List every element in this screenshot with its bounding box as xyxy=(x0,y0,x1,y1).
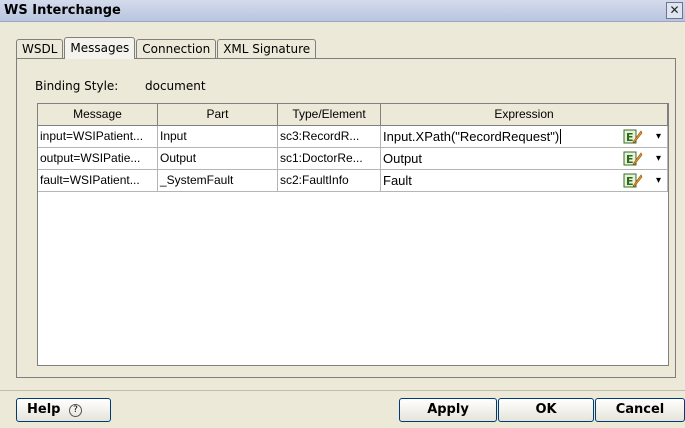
message-cell[interactable]: output=WSIPatie... xyxy=(38,148,158,169)
binding-style-value: document xyxy=(145,79,206,93)
tab-wsdl[interactable]: WSDL xyxy=(16,39,64,59)
chevron-down-icon[interactable]: ▾ xyxy=(656,149,661,169)
expression-cell[interactable]: Fault E ▾ xyxy=(381,170,668,191)
chevron-down-icon[interactable]: ▾ xyxy=(656,127,661,147)
binding-style-label: Binding Style: xyxy=(35,79,119,93)
grid-header: Message Part Type/Element Expression xyxy=(38,104,668,126)
header-type-element[interactable]: Type/Element xyxy=(278,104,381,125)
expression-value[interactable]: Output xyxy=(383,151,422,166)
expression-editor-icon[interactable]: E xyxy=(623,172,643,189)
expression-value[interactable]: Fault xyxy=(383,173,412,188)
cancel-button[interactable]: Cancel xyxy=(595,398,685,422)
header-part[interactable]: Part xyxy=(158,104,278,125)
help-button-label: Help xyxy=(27,402,61,417)
header-expression[interactable]: Expression xyxy=(381,104,668,125)
close-icon: ✕ xyxy=(669,3,680,17)
ok-button[interactable]: OK xyxy=(498,398,594,422)
svg-text:E: E xyxy=(626,131,634,144)
tab-messages[interactable]: Messages xyxy=(64,37,136,59)
title-bar: WS Interchange ✕ xyxy=(0,0,685,22)
message-cell[interactable]: fault=WSIPatient... xyxy=(38,170,158,191)
type-cell[interactable]: sc1:DoctorRe... xyxy=(278,148,381,169)
close-button[interactable]: ✕ xyxy=(666,2,683,19)
message-cell[interactable]: input=WSIPatient... xyxy=(38,126,158,147)
part-cell[interactable]: Output xyxy=(158,148,278,169)
type-cell[interactable]: sc3:RecordR... xyxy=(278,126,381,147)
chevron-down-icon[interactable]: ▾ xyxy=(656,171,661,191)
window-title: WS Interchange xyxy=(4,3,121,18)
expression-editor-icon[interactable]: E xyxy=(623,128,643,145)
help-icon: ? xyxy=(69,404,82,417)
part-cell[interactable]: _SystemFault xyxy=(158,170,278,191)
tab-xml-signature[interactable]: XML Signature xyxy=(217,39,317,59)
messages-grid: Message Part Type/Element Expression inp… xyxy=(37,103,669,366)
expression-value[interactable]: Input.XPath("RecordRequest") xyxy=(383,129,562,144)
tab-connection[interactable]: Connection xyxy=(136,39,217,59)
svg-text:E: E xyxy=(626,175,634,188)
table-row[interactable]: input=WSIPatient... Input sc3:RecordR...… xyxy=(38,126,668,148)
type-cell[interactable]: sc2:FaultInfo xyxy=(278,170,381,191)
footer-divider xyxy=(0,390,685,391)
part-cell[interactable]: Input xyxy=(158,126,278,147)
table-row[interactable]: output=WSIPatie... Output sc1:DoctorRe..… xyxy=(38,148,668,170)
table-row[interactable]: fault=WSIPatient... _SystemFault sc2:Fau… xyxy=(38,170,668,192)
expression-cell[interactable]: Output E ▾ xyxy=(381,148,668,169)
expression-editor-icon[interactable]: E xyxy=(623,150,643,167)
tab-strip: WSDL Messages Connection XML Signature xyxy=(16,37,317,59)
apply-button[interactable]: Apply xyxy=(399,398,497,422)
svg-text:E: E xyxy=(626,153,634,166)
header-message[interactable]: Message xyxy=(38,104,158,125)
messages-panel: Binding Style: document Message Part Typ… xyxy=(16,58,676,378)
help-button[interactable]: Help ? xyxy=(16,398,111,422)
expression-cell[interactable]: Input.XPath("RecordRequest") E ▾ xyxy=(381,126,668,147)
